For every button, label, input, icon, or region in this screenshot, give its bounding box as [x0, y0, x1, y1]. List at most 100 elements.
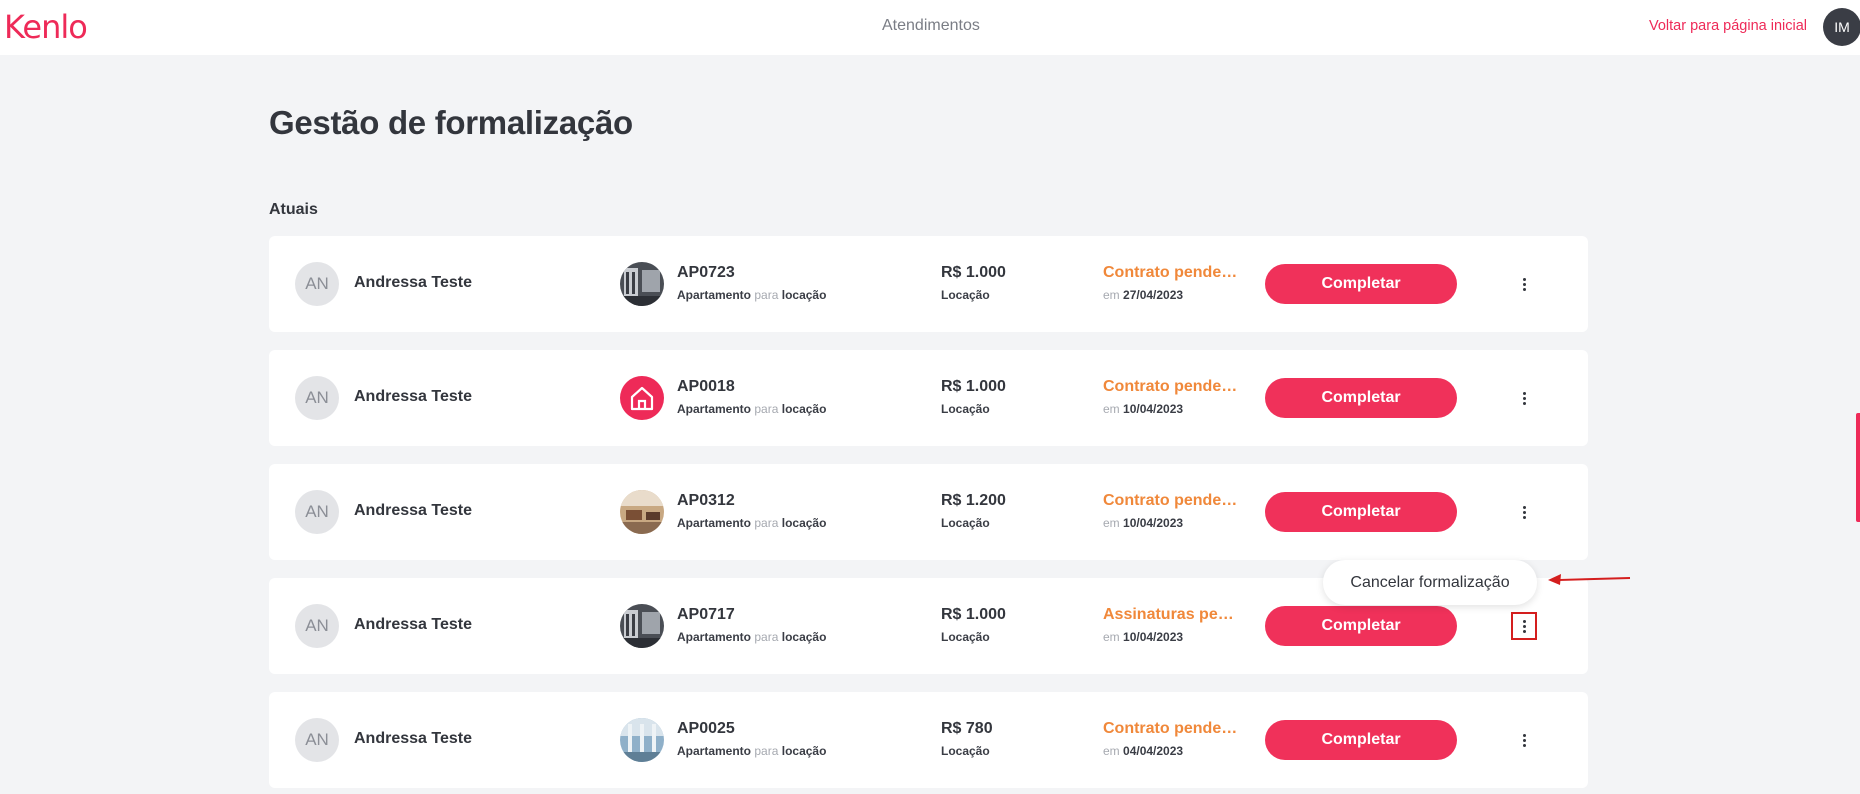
deal-type: Locação: [941, 516, 990, 530]
property-code: AP0312: [677, 492, 735, 509]
status-date: em 27/04/2023: [1103, 288, 1183, 302]
property-type-connector: para: [754, 402, 779, 416]
client-avatar: AN: [295, 718, 339, 762]
date-prefix: em: [1103, 288, 1120, 302]
property-type-connector: para: [754, 516, 779, 530]
property-purpose: locação: [781, 516, 827, 530]
date-prefix: em: [1103, 630, 1120, 644]
more-options-dot: [1522, 277, 1526, 281]
property-purpose: locação: [781, 402, 827, 416]
status-label: Contrato pendente: [1103, 378, 1238, 395]
more-options-icon[interactable]: [1511, 726, 1537, 754]
property-type-connector: para: [754, 630, 779, 644]
property-code: AP0723: [677, 264, 735, 281]
more-options-icon[interactable]: [1511, 498, 1537, 526]
client-name: Andressa Teste: [354, 730, 472, 747]
more-options-dot: [1522, 287, 1526, 291]
date-prefix: em: [1103, 516, 1120, 530]
top-bar: Kenlo Atendimentos Voltar para página in…: [0, 0, 1860, 55]
client-name: Andressa Teste: [354, 616, 472, 633]
more-options-dot: [1522, 515, 1526, 519]
more-options-icon[interactable]: [1511, 384, 1537, 412]
more-options-dot: [1522, 733, 1526, 737]
status-label: Contrato pendente: [1103, 720, 1238, 737]
property-type-label: Apartamento: [677, 516, 752, 530]
more-options-dot: [1522, 282, 1526, 286]
more-options-icon[interactable]: [1511, 270, 1537, 298]
more-options-dot: [1522, 510, 1526, 514]
property-thumbnail: [620, 604, 664, 648]
kenlo-logo[interactable]: Kenlo: [4, 8, 88, 46]
date-value: 10/04/2023: [1123, 516, 1184, 530]
client-avatar: AN: [295, 262, 339, 306]
status-date: em 04/04/2023: [1103, 744, 1183, 758]
property-type-label: Apartamento: [677, 744, 752, 758]
client-avatar: AN: [295, 376, 339, 420]
status-label: Contrato pendente: [1103, 264, 1238, 281]
complete-button[interactable]: Completar: [1265, 264, 1457, 304]
more-options-dot: [1522, 391, 1526, 395]
price: R$ 1.000: [941, 606, 1006, 623]
more-options-dot: [1522, 743, 1526, 747]
property-thumbnail: [620, 262, 664, 306]
price: R$ 1.200: [941, 492, 1006, 509]
complete-button[interactable]: Completar: [1265, 378, 1457, 418]
property-type: Apartamento para locação: [677, 630, 826, 644]
more-options-icon[interactable]: [1511, 612, 1537, 640]
property-purpose: locação: [781, 288, 827, 302]
house-icon: [620, 376, 664, 420]
more-options-dot: [1522, 629, 1526, 633]
status-date: em 10/04/2023: [1103, 630, 1183, 644]
property-purpose: locação: [781, 744, 827, 758]
property-thumbnail: [620, 490, 664, 534]
date-value: 04/04/2023: [1123, 744, 1184, 758]
property-type: Apartamento para locação: [677, 744, 826, 758]
property-code: AP0018: [677, 378, 735, 395]
price: R$ 1.000: [941, 264, 1006, 281]
more-options-dot: [1522, 505, 1526, 509]
price: R$ 780: [941, 720, 993, 737]
complete-button[interactable]: Completar: [1265, 492, 1457, 532]
price: R$ 1.000: [941, 378, 1006, 395]
deal-type: Locação: [941, 288, 990, 302]
cancel-formalization-menu-item[interactable]: Cancelar formalização: [1323, 560, 1537, 605]
status-date: em 10/04/2023: [1103, 402, 1183, 416]
client-avatar: AN: [295, 604, 339, 648]
more-options-dot: [1522, 738, 1526, 742]
date-value: 10/04/2023: [1123, 630, 1184, 644]
property-type: Apartamento para locação: [677, 516, 826, 530]
more-options-dot: [1522, 396, 1526, 400]
property-type-connector: para: [754, 744, 779, 758]
property-thumbnail: [620, 718, 664, 762]
date-prefix: em: [1103, 744, 1120, 758]
status-label: Contrato pendente: [1103, 492, 1238, 509]
status-label: Assinaturas pendentes: [1103, 606, 1238, 623]
date-value: 10/04/2023: [1123, 402, 1184, 416]
section-label: Atuais: [269, 201, 318, 218]
deal-type: Locação: [941, 744, 990, 758]
property-code: AP0717: [677, 606, 735, 623]
complete-button[interactable]: Completar: [1265, 720, 1457, 760]
user-avatar[interactable]: IM: [1823, 8, 1860, 46]
property-type: Apartamento para locação: [677, 288, 826, 302]
property-type-label: Apartamento: [677, 402, 752, 416]
deal-type: Locação: [941, 630, 990, 644]
page-title: Gestão de formalização: [269, 104, 633, 141]
client-avatar: AN: [295, 490, 339, 534]
more-options-dot: [1522, 624, 1526, 628]
property-type-label: Apartamento: [677, 288, 752, 302]
scrollbar-thumb[interactable]: [1856, 413, 1860, 522]
date-prefix: em: [1103, 402, 1120, 416]
client-name: Andressa Teste: [354, 502, 472, 519]
date-value: 27/04/2023: [1123, 288, 1184, 302]
property-purpose: locação: [781, 630, 827, 644]
nav-title[interactable]: Atendimentos: [882, 17, 980, 35]
status-date: em 10/04/2023: [1103, 516, 1183, 530]
back-to-home-link[interactable]: Voltar para página inicial: [1649, 18, 1807, 34]
property-type-label: Apartamento: [677, 630, 752, 644]
property-type-connector: para: [754, 288, 779, 302]
formalization-row: AN Andressa Teste AP0025 Apartamento par…: [269, 692, 1588, 788]
complete-button[interactable]: Completar: [1265, 606, 1457, 646]
formalization-row: AN Andressa Teste AP0723 Apartamento par…: [269, 236, 1588, 332]
client-name: Andressa Teste: [354, 388, 472, 405]
